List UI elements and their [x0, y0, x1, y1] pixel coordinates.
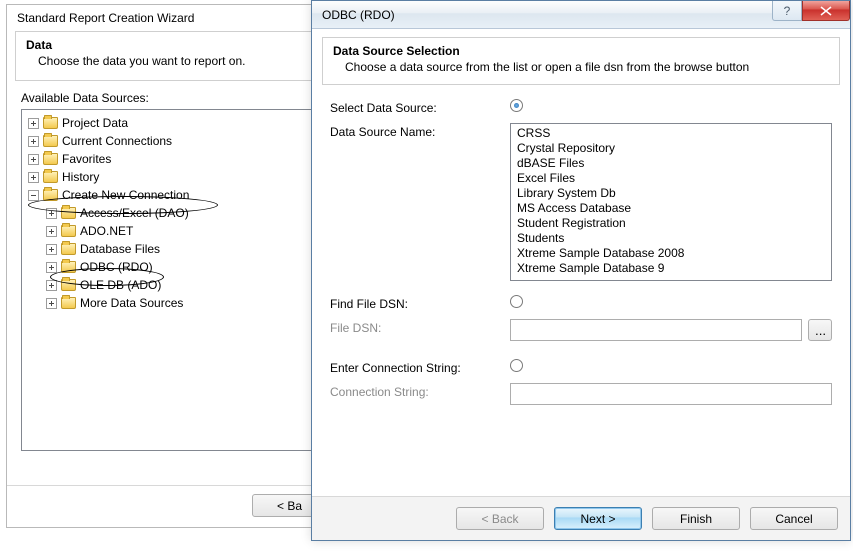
- next-button[interactable]: Next >: [554, 507, 642, 530]
- list-item[interactable]: Student Registration: [511, 216, 831, 231]
- tree-item-current-connections[interactable]: Current Connections: [28, 132, 172, 150]
- back-button[interactable]: < Back: [456, 507, 544, 530]
- select-data-source-radio[interactable]: [510, 99, 523, 112]
- tree-item-odbc-rdo[interactable]: ODBC (RDO): [46, 258, 153, 276]
- odbc-footer: < Back Next > Finish Cancel: [312, 496, 850, 540]
- connection-string-label: Connection String:: [330, 383, 510, 399]
- file-dsn-input[interactable]: [510, 319, 802, 341]
- available-data-sources-label: Available Data Sources:: [7, 89, 335, 107]
- tree-item-label: Project Data: [62, 114, 128, 132]
- folder-icon: [43, 135, 58, 147]
- expand-icon[interactable]: [46, 208, 57, 219]
- finish-button[interactable]: Finish: [652, 507, 740, 530]
- expand-icon[interactable]: [46, 226, 57, 237]
- tree-item-history[interactable]: History: [28, 168, 99, 186]
- odbc-header: Data Source Selection Choose a data sour…: [322, 37, 840, 85]
- wizard-header-title: Data: [26, 38, 316, 52]
- list-item[interactable]: Xtreme Sample Database 9: [511, 261, 831, 276]
- list-item[interactable]: Excel Files: [511, 171, 831, 186]
- tree-item-ole-db-ado[interactable]: OLE DB (ADO): [46, 276, 161, 294]
- available-data-sources-tree[interactable]: Project Data Current Connections Favorit…: [21, 109, 321, 451]
- tree-item-label: Current Connections: [62, 132, 172, 150]
- tree-item-label: More Data Sources: [80, 294, 183, 312]
- expand-icon[interactable]: [46, 244, 57, 255]
- list-item[interactable]: Students: [511, 231, 831, 246]
- folder-icon: [43, 153, 58, 165]
- collapse-icon[interactable]: [28, 190, 39, 201]
- find-file-dsn-label: Find File DSN:: [330, 295, 510, 311]
- list-item[interactable]: MS Access Database: [511, 201, 831, 216]
- folder-icon: [43, 117, 58, 129]
- tree-item-label: Create New Connection: [62, 186, 189, 204]
- enter-connection-string-label: Enter Connection String:: [330, 359, 510, 375]
- wizard-footer: < Ba: [7, 485, 335, 527]
- select-data-source-label: Select Data Source:: [330, 99, 510, 115]
- find-file-dsn-radio[interactable]: [510, 295, 523, 308]
- tree-item-more-data-sources[interactable]: More Data Sources: [46, 294, 183, 312]
- folder-icon: [61, 225, 76, 237]
- list-item[interactable]: Xtreme Sample Database 2008: [511, 246, 831, 261]
- list-item[interactable]: Crystal Repository: [511, 141, 831, 156]
- tree-item-project-data[interactable]: Project Data: [28, 114, 128, 132]
- odbc-dialog: ODBC (RDO) ? Data Source Selection Choos…: [311, 0, 851, 541]
- file-dsn-label: File DSN:: [330, 319, 510, 335]
- expand-icon[interactable]: [28, 118, 39, 129]
- odbc-titlebar[interactable]: ODBC (RDO) ?: [312, 1, 850, 29]
- close-icon: [820, 6, 832, 16]
- list-item[interactable]: CRSS: [511, 126, 831, 141]
- wizard-window-title: Standard Report Creation Wizard: [7, 5, 335, 29]
- data-source-name-list[interactable]: CRSS Crystal Repository dBASE Files Exce…: [510, 123, 832, 281]
- folder-icon: [43, 171, 58, 183]
- tree-item-label: Favorites: [62, 150, 111, 168]
- list-item[interactable]: dBASE Files: [511, 156, 831, 171]
- tree-item-access-excel-dao[interactable]: Access/Excel (DAO): [46, 204, 189, 222]
- list-item[interactable]: Library System Db: [511, 186, 831, 201]
- close-button[interactable]: [802, 1, 850, 21]
- cancel-button[interactable]: Cancel: [750, 507, 838, 530]
- folder-icon: [61, 297, 76, 309]
- folder-icon: [61, 243, 76, 255]
- tree-item-create-new-connection[interactable]: Create New Connection: [28, 186, 189, 204]
- tree-item-label: Database Files: [80, 240, 160, 258]
- help-button[interactable]: ?: [772, 1, 802, 21]
- tree-item-label: OLE DB (ADO): [80, 276, 161, 294]
- tree-item-label: ADO.NET: [80, 222, 133, 240]
- tree-item-ado-net[interactable]: ADO.NET: [46, 222, 133, 240]
- odbc-window-title: ODBC (RDO): [322, 8, 395, 22]
- expand-icon[interactable]: [46, 280, 57, 291]
- folder-icon: [61, 261, 76, 273]
- wizard-header-subtitle: Choose the data you want to report on.: [26, 52, 316, 68]
- folder-icon: [43, 189, 58, 201]
- expand-icon[interactable]: [28, 136, 39, 147]
- file-dsn-browse-button[interactable]: ...: [808, 319, 832, 341]
- expand-icon[interactable]: [46, 298, 57, 309]
- expand-icon[interactable]: [46, 262, 57, 273]
- connection-string-input[interactable]: [510, 383, 832, 405]
- enter-connection-string-radio[interactable]: [510, 359, 523, 372]
- tree-item-label: History: [62, 168, 99, 186]
- expand-icon[interactable]: [28, 154, 39, 165]
- folder-icon: [61, 279, 76, 291]
- odbc-header-subtitle: Choose a data source from the list or op…: [333, 58, 829, 74]
- tree-item-label: Access/Excel (DAO): [80, 204, 189, 222]
- tree-item-label: ODBC (RDO): [80, 258, 153, 276]
- odbc-header-title: Data Source Selection: [333, 44, 829, 58]
- help-icon: ?: [784, 4, 791, 18]
- wizard-window: Standard Report Creation Wizard Data Cho…: [6, 4, 336, 528]
- wizard-header: Data Choose the data you want to report …: [15, 31, 327, 81]
- folder-icon: [61, 207, 76, 219]
- tree-item-favorites[interactable]: Favorites: [28, 150, 111, 168]
- tree-item-database-files[interactable]: Database Files: [46, 240, 160, 258]
- expand-icon[interactable]: [28, 172, 39, 183]
- data-source-name-label: Data Source Name:: [330, 123, 510, 139]
